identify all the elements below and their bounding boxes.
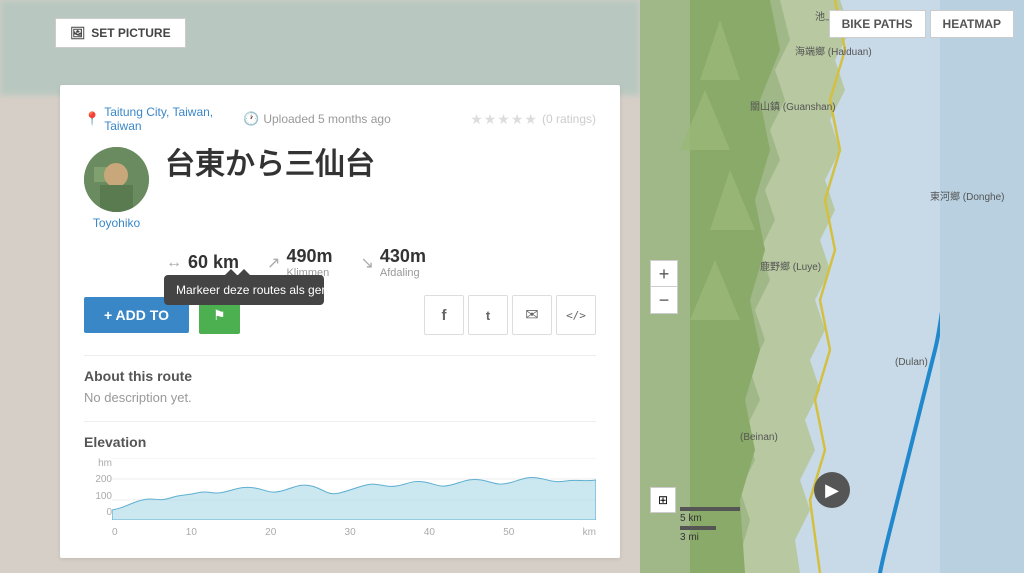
zoom-controls: + − bbox=[650, 260, 678, 314]
heatmap-button[interactable]: HEATMAP bbox=[930, 10, 1014, 38]
facebook-share-button[interactable]: f bbox=[424, 295, 464, 335]
username[interactable]: Toyohiko bbox=[93, 216, 140, 230]
about-title: About this route bbox=[84, 368, 596, 384]
x-label-20: 20 bbox=[265, 527, 276, 538]
twitter-icon: t bbox=[486, 308, 490, 323]
map-top-controls: BIKE PATHS HEATMAP bbox=[829, 10, 1014, 38]
tooltip-popup: Markeer deze routes als gereden bbox=[164, 275, 324, 305]
scale-bar-mi bbox=[680, 526, 716, 530]
svg-text:海端鄉 (Haiduan): 海端鄉 (Haiduan) bbox=[795, 45, 872, 58]
svg-text:(Dulan): (Dulan) bbox=[895, 357, 928, 368]
y-label-hm: hm bbox=[98, 458, 112, 469]
elevation-svg bbox=[112, 458, 596, 520]
email-share-button[interactable]: ✉ bbox=[512, 295, 552, 335]
avatar-image bbox=[84, 147, 149, 212]
picture-icon: 🖼 bbox=[70, 26, 85, 40]
map-extra-controls: ⊞ bbox=[650, 487, 676, 513]
svg-text:鹿野鄉 (Luye): 鹿野鄉 (Luye) bbox=[760, 260, 821, 273]
x-label-50: 50 bbox=[503, 527, 514, 538]
about-section: About this route No description yet. bbox=[84, 368, 596, 405]
elevation-chart: hm 200 100 0 0 10 20 bbox=[84, 458, 596, 538]
scale-mi-label: 3 mi bbox=[680, 532, 740, 543]
x-label-0: 0 bbox=[112, 527, 118, 538]
country-name: Taiwan bbox=[104, 119, 141, 133]
about-description: No description yet. bbox=[84, 390, 596, 405]
play-icon: ▶ bbox=[825, 480, 839, 501]
fullscreen-button[interactable]: ⊞ bbox=[650, 487, 676, 513]
location-info: 📍 Taitung City, Taiwan, Taiwan bbox=[84, 105, 213, 133]
elevation-y-axis: hm 200 100 0 bbox=[84, 458, 112, 518]
card-meta: 📍 Taitung City, Taiwan, Taiwan 🕐 Uploade… bbox=[84, 105, 596, 133]
descent-value: 430m bbox=[380, 246, 426, 266]
twitter-share-button[interactable]: t bbox=[468, 295, 508, 335]
clock-icon: 🕐 bbox=[243, 111, 259, 127]
zoom-in-button[interactable]: + bbox=[651, 261, 677, 287]
left-panel: 🖼 SET PICTURE 📍 Taitung City, Taiwan, Ta… bbox=[0, 0, 640, 573]
y-label-200: 200 bbox=[95, 474, 112, 485]
avatar-area: Toyohiko bbox=[84, 147, 149, 230]
y-label-100: 100 bbox=[95, 491, 112, 502]
social-buttons: f t ✉ </> bbox=[424, 295, 596, 335]
svg-text:關山鎮 (Guanshan): 關山鎮 (Guanshan) bbox=[750, 100, 836, 113]
route-title: 台東から三仙台 bbox=[165, 147, 596, 183]
flag-icon: ⚑ bbox=[213, 307, 226, 323]
distance-icon: ↔ bbox=[166, 254, 182, 272]
descent-stat: ↘ 430m Afdaling bbox=[361, 246, 426, 279]
x-label-30: 30 bbox=[345, 527, 356, 538]
embed-share-button[interactable]: </> bbox=[556, 295, 596, 335]
set-picture-button[interactable]: 🖼 SET PICTURE bbox=[55, 18, 186, 48]
city-label: Taitung City, Taiwan, Taiwan bbox=[104, 105, 213, 133]
divider-1 bbox=[84, 355, 596, 356]
heatmap-label: HEATMAP bbox=[943, 17, 1001, 31]
upload-date: Uploaded 5 months ago bbox=[263, 112, 390, 126]
x-label-10: 10 bbox=[186, 527, 197, 538]
set-picture-label: SET PICTURE bbox=[91, 26, 170, 40]
embed-icon: </> bbox=[566, 309, 586, 322]
scale-km-label: 5 km bbox=[680, 513, 740, 524]
bike-paths-label: BIKE PATHS bbox=[842, 17, 913, 31]
divider-2 bbox=[84, 421, 596, 422]
elevation-x-axis: 0 10 20 30 40 50 km bbox=[112, 527, 596, 538]
elevation-section: Elevation hm 200 100 0 bbox=[84, 434, 596, 538]
user-avatar bbox=[84, 147, 149, 212]
location-icon: 📍 bbox=[84, 111, 100, 127]
ratings-count: (0 ratings) bbox=[542, 112, 596, 126]
climb-value: 490m bbox=[286, 246, 332, 266]
ratings-info: ★★★★★ (0 ratings) bbox=[470, 111, 596, 128]
descent-icon: ↘ bbox=[361, 253, 374, 273]
actions-row: + ADD TO ⚑ f t ✉ </> bbox=[84, 295, 596, 335]
title-row: Toyohiko 台東から三仙台 bbox=[84, 147, 596, 230]
fullscreen-icon: ⊞ bbox=[658, 493, 668, 507]
x-label-40: 40 bbox=[424, 527, 435, 538]
map-panel: 池上鄉 (Chihshang) 海端鄉 (Haiduan) 關山鎮 (Guans… bbox=[640, 0, 1024, 573]
add-to-label: + ADD TO bbox=[104, 307, 169, 323]
avatar-svg bbox=[84, 147, 149, 212]
facebook-icon: f bbox=[442, 307, 447, 324]
elevation-title: Elevation bbox=[84, 434, 596, 450]
upload-info: 🕐 Uploaded 5 months ago bbox=[243, 111, 391, 127]
zoom-in-icon: + bbox=[659, 264, 670, 284]
map-scale: 5 km 3 mi bbox=[680, 507, 740, 543]
svg-text:東河鄉 (Donghe): 東河鄉 (Donghe) bbox=[930, 190, 1004, 203]
zoom-out-icon: − bbox=[659, 290, 670, 310]
play-button[interactable]: ▶ bbox=[814, 472, 850, 508]
stars-display: ★★★★★ bbox=[470, 111, 538, 128]
email-icon: ✉ bbox=[525, 305, 538, 325]
tooltip-text: Markeer deze routes als gereden bbox=[176, 283, 352, 297]
bike-paths-button[interactable]: BIKE PATHS bbox=[829, 10, 926, 38]
city-name: Taitung City, Taiwan, bbox=[104, 105, 213, 119]
zoom-out-button[interactable]: − bbox=[651, 287, 677, 313]
climb-icon: ↗ bbox=[267, 253, 280, 273]
descent-label: Afdaling bbox=[380, 267, 426, 279]
route-card: 📍 Taitung City, Taiwan, Taiwan 🕐 Uploade… bbox=[60, 85, 620, 558]
x-label-km: km bbox=[583, 527, 596, 538]
scale-bar-km bbox=[680, 507, 740, 511]
svg-text:(Beinan): (Beinan) bbox=[740, 432, 778, 443]
